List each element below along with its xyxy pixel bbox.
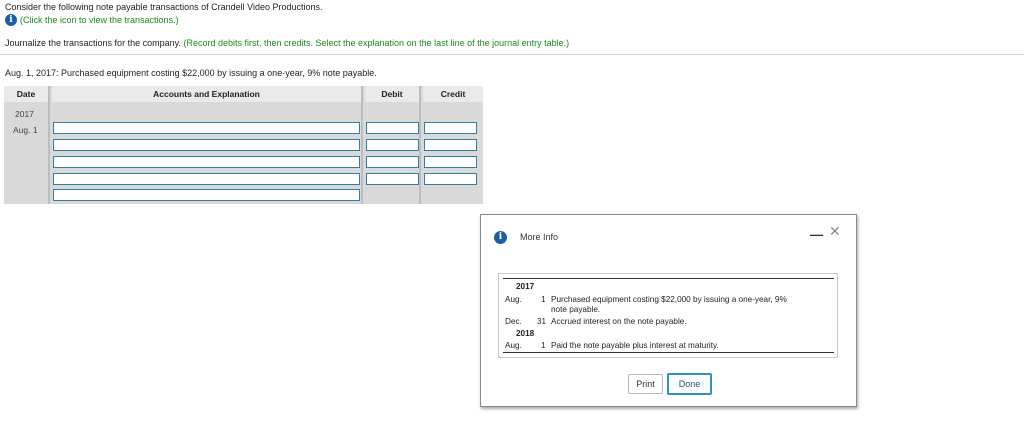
tx-description: Purchased equipment costing $22,000 by i… xyxy=(551,295,787,304)
debit-input-row-2[interactable] xyxy=(366,139,419,151)
tx-month: Aug. xyxy=(505,341,522,350)
tx-month: Aug. xyxy=(505,295,522,304)
tx-day: 31 xyxy=(537,317,547,326)
date-aug-1: Aug. 1 xyxy=(13,125,38,135)
col-header-accounts: Accounts and Explanation xyxy=(52,86,361,102)
account-input-row-1[interactable] xyxy=(53,122,360,134)
info-icon: i xyxy=(494,231,507,244)
intro-text: Consider the following note payable tran… xyxy=(5,2,323,12)
table-top-rule xyxy=(503,278,834,279)
tx-day: 1 xyxy=(541,295,546,304)
table-bottom-rule xyxy=(503,352,834,353)
journal-table: Date Accounts and Explanation Debit Cred… xyxy=(4,86,483,204)
year-2018: 2018 xyxy=(516,329,535,338)
date-year: 2017 xyxy=(15,109,34,119)
credit-input-row-3[interactable] xyxy=(424,156,477,168)
info-icon[interactable]: i xyxy=(5,14,17,26)
credit-input-row-4[interactable] xyxy=(424,173,477,185)
view-transactions-link-text[interactable]: (Click the icon to view the transactions… xyxy=(20,15,179,25)
account-input-row-4[interactable] xyxy=(53,173,360,185)
view-transactions-link[interactable]: i (Click the icon to view the transactio… xyxy=(5,14,179,26)
col-separator xyxy=(419,86,421,204)
instruction-main: Journalize the transactions for the comp… xyxy=(5,38,181,48)
debit-input-row-4[interactable] xyxy=(366,173,419,185)
done-button[interactable]: Done xyxy=(667,373,712,395)
account-input-row-2[interactable] xyxy=(53,139,360,151)
credit-input-row-1[interactable] xyxy=(424,122,477,134)
debit-input-row-3[interactable] xyxy=(366,156,419,168)
transactions-table: 2017 Aug. 1 Purchased equipment costing … xyxy=(498,273,838,358)
tx-month: Dec. xyxy=(505,317,522,326)
close-icon[interactable]: ✕ xyxy=(829,223,841,240)
col-header-debit: Debit xyxy=(365,86,419,102)
divider xyxy=(0,54,1024,55)
tx-description: Accrued interest on the note payable. xyxy=(551,317,687,326)
col-header-credit: Credit xyxy=(423,86,483,102)
more-info-dialog: i More Info — ✕ 2017 Aug. 1 Purchased eq… xyxy=(480,214,857,407)
account-input-row-3[interactable] xyxy=(53,156,360,168)
print-button[interactable]: Print xyxy=(628,374,663,394)
dialog-title: More Info xyxy=(520,232,559,242)
tx-description: Paid the note payable plus interest at m… xyxy=(551,341,719,350)
question-text: Aug. 1, 2017: Purchased equipment costin… xyxy=(5,68,377,78)
col-header-date: Date xyxy=(4,86,48,102)
tx-description-cont: note payable. xyxy=(551,305,601,314)
instruction-text: Journalize the transactions for the comp… xyxy=(5,38,569,48)
debit-input-row-1[interactable] xyxy=(366,122,419,134)
instruction-note: (Record debits first, then credits. Sele… xyxy=(183,38,570,48)
col-separator xyxy=(361,86,363,204)
credit-input-row-2[interactable] xyxy=(424,139,477,151)
year-2017: 2017 xyxy=(516,282,535,291)
col-separator xyxy=(48,86,50,204)
tx-day: 1 xyxy=(541,341,546,350)
minimize-icon[interactable]: — xyxy=(810,227,823,242)
explanation-input[interactable] xyxy=(53,189,360,201)
